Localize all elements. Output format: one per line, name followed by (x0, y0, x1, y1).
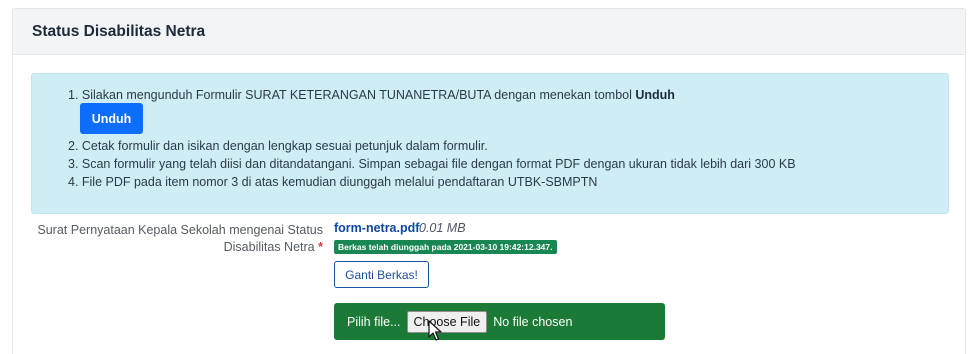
instruction-step-4: 4. File PDF pada item nomor 3 di atas ke… (68, 175, 598, 189)
field-label-line1: Surat Pernyataan Kepala Sekolah mengenai… (37, 223, 323, 237)
uploaded-file-link[interactable]: form-netra.pdf (334, 221, 419, 235)
card-title: Status Disabilitas Netra (13, 9, 965, 55)
change-file-button[interactable]: Ganti Berkas! (334, 261, 429, 288)
step1-bold: Unduh (635, 88, 675, 102)
choose-file-button[interactable]: Choose File (406, 310, 488, 333)
field-label-line2: Disabilitas Netra * (223, 240, 323, 254)
file-input-status: No file chosen (493, 314, 573, 329)
step1-text: 1. Silakan mengunduh Formulir SURAT KETE… (68, 88, 636, 102)
uploaded-status-badge: Berkas telah diunggah pada 2021-03-10 19… (334, 240, 557, 254)
field-label: Surat Pernyataan Kepala Sekolah mengenai… (23, 222, 323, 256)
file-input-prefix: Pilih file... (347, 314, 401, 329)
mouse-pointer-icon (428, 320, 442, 341)
unduh-button[interactable]: Unduh (80, 103, 143, 134)
instruction-step-2: 2. Cetak formulir dan isikan dengan leng… (68, 139, 488, 153)
instruction-step-3: 3. Scan formulir yang telah diisi dan di… (68, 157, 796, 171)
file-input[interactable]: Pilih file... Choose File No file chosen (334, 303, 665, 340)
instructions-alert: 1. Silakan mengunduh Formulir SURAT KETE… (31, 73, 949, 214)
instruction-step-1: 1. Silakan mengunduh Formulir SURAT KETE… (68, 88, 675, 102)
required-mark: * (318, 240, 323, 254)
file-size: 0.01 MB (419, 221, 466, 235)
